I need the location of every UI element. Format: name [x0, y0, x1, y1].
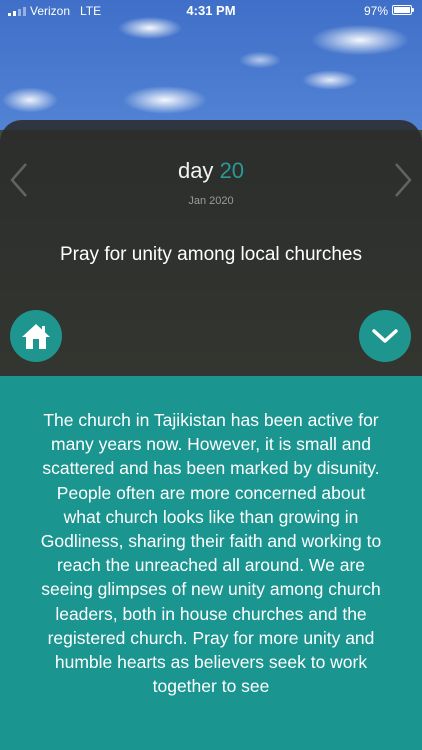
- expand-button[interactable]: [359, 310, 411, 362]
- prayer-body-text: The church in Tajikistan has been active…: [40, 410, 382, 697]
- date-label: Jan 2020: [188, 195, 234, 207]
- day-title: day 20: [0, 158, 422, 184]
- day-number: 20: [219, 158, 245, 183]
- content-panel: The church in Tajikistan has been active…: [0, 376, 422, 750]
- battery-percent: 97%: [363, 4, 388, 18]
- status-bar: Verizon LTE 4:31 PM 97%: [0, 0, 422, 22]
- chevron-down-icon: [372, 329, 398, 343]
- day-word: day: [177, 158, 214, 183]
- prayer-headline: Pray for unity among local churches: [59, 244, 363, 265]
- home-button[interactable]: [10, 310, 62, 362]
- home-icon: [22, 324, 50, 349]
- clock: 4:31 PM: [186, 3, 236, 18]
- battery-icon: [392, 5, 414, 15]
